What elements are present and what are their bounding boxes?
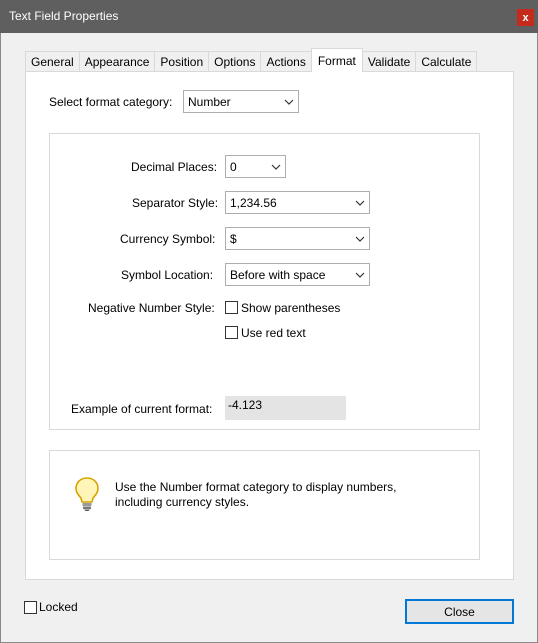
close-button[interactable]: Close (405, 599, 514, 624)
hint-text-line1: Use the Number format category to displa… (115, 480, 397, 494)
decimal-places-select[interactable]: 0 (225, 155, 286, 178)
symbol-location-value: Before with space (230, 268, 326, 282)
hint-text-line2: including currency styles. (115, 495, 250, 509)
tab-format[interactable]: Format (310, 48, 363, 72)
tab-calculate[interactable]: Calculate (415, 51, 478, 72)
decimal-places-label: Decimal Places: (131, 160, 218, 174)
currency-symbol-value: $ (230, 232, 237, 246)
use-red-text-checkbox[interactable] (225, 326, 238, 339)
separator-style-value: 1,234.56 (230, 196, 277, 210)
tab-options[interactable]: Options (208, 51, 262, 72)
locked-label[interactable]: Locked (39, 600, 78, 614)
close-window-button[interactable]: x (517, 9, 534, 26)
locked-checkbox[interactable] (24, 601, 37, 614)
chevron-down-icon (351, 192, 369, 213)
separator-style-select[interactable]: 1,234.56 (225, 191, 370, 214)
currency-symbol-label: Currency Symbol: (120, 232, 216, 246)
chevron-down-icon (280, 91, 298, 112)
title-bar: Text Field Properties x (0, 0, 538, 33)
use-red-text-label[interactable]: Use red text (241, 326, 306, 340)
chevron-down-icon (351, 264, 369, 285)
tab-validate[interactable]: Validate (361, 51, 417, 72)
decimal-places-value: 0 (230, 160, 237, 174)
negative-number-style-label: Negative Number Style: (88, 301, 215, 315)
format-category-select[interactable]: Number (183, 90, 299, 113)
symbol-location-label: Symbol Location: (121, 268, 214, 282)
show-parentheses-checkbox[interactable] (225, 301, 238, 314)
format-category-value: Number (188, 95, 231, 109)
hint-box (49, 450, 480, 560)
tab-appearance[interactable]: Appearance (78, 51, 156, 72)
window-title: Text Field Properties (9, 9, 119, 23)
currency-symbol-select[interactable]: $ (225, 227, 370, 250)
lightbulb-icon (74, 476, 100, 512)
tab-position[interactable]: Position (154, 51, 210, 72)
example-format-label: Example of current format: (71, 402, 213, 416)
example-format-field: -4.123 (225, 396, 346, 420)
format-category-label: Select format category: (49, 95, 173, 109)
tab-bar: General Appearance Position Options Acti… (25, 48, 478, 72)
chevron-down-icon (351, 228, 369, 249)
show-parentheses-label[interactable]: Show parentheses (241, 301, 340, 315)
symbol-location-select[interactable]: Before with space (225, 263, 370, 286)
tab-actions[interactable]: Actions (260, 51, 312, 72)
chevron-down-icon (267, 156, 285, 177)
tab-general[interactable]: General (25, 51, 80, 72)
separator-style-label: Separator Style: (132, 196, 219, 210)
